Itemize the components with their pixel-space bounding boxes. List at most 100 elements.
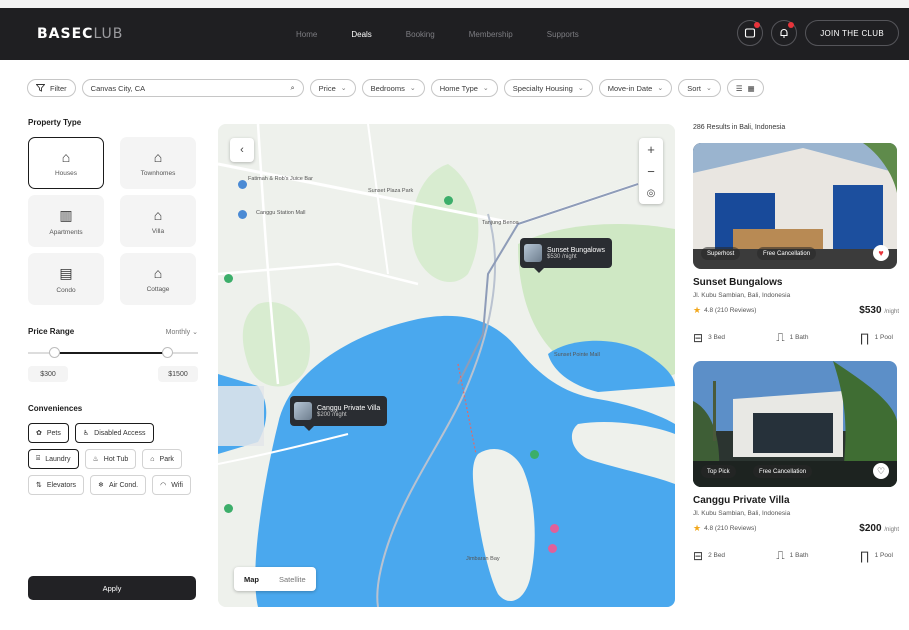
map-poi-pin[interactable] bbox=[548, 544, 557, 553]
marker-price: $200 /night bbox=[317, 411, 347, 418]
apply-filters-button[interactable]: Apply bbox=[28, 576, 196, 600]
amenity-park[interactable]: ⌂ Park bbox=[142, 449, 182, 469]
logo-light: LUB bbox=[93, 26, 124, 42]
marker-thumbnail bbox=[524, 244, 542, 262]
map-poi-label: Tanjung Benoa bbox=[482, 220, 519, 226]
map-listing-marker[interactable]: Canggu Private Villa $200 /night bbox=[290, 396, 388, 431]
property-type-condo[interactable]: ▤ Condo bbox=[28, 253, 104, 305]
map-poi-pin[interactable] bbox=[238, 210, 247, 219]
map-listing-marker[interactable]: Sunset Bungalows $530 /night bbox=[520, 238, 612, 273]
amenity-label: Pets bbox=[46, 429, 61, 437]
nav-membership[interactable]: Membership bbox=[469, 30, 513, 39]
condo-icon: ▤ bbox=[59, 264, 73, 281]
chevron-down-icon: ⌄ bbox=[482, 85, 489, 92]
property-type-houses[interactable]: ⌂ Houses bbox=[28, 137, 104, 189]
join-club-button[interactable]: JOIN THE CLUB bbox=[805, 20, 899, 46]
home-type-dropdown-label: Home Type bbox=[439, 83, 478, 93]
map-poi-pin[interactable] bbox=[550, 524, 559, 533]
filter-button[interactable]: Filter bbox=[27, 79, 76, 97]
map-poi-pin[interactable] bbox=[238, 180, 247, 189]
amenity-air-conditioning[interactable]: ❄ Air Cond. bbox=[90, 475, 147, 495]
price-mode-dropdown[interactable]: Monthly ⌄ bbox=[166, 328, 198, 336]
listing-location: Jl. Kubu Sambian, Bali, Indonesia bbox=[693, 510, 791, 517]
property-type-cottage[interactable]: ⌂ Cottage bbox=[120, 253, 196, 305]
amenity-hot-tub[interactable]: ♨ Hot Tub bbox=[84, 449, 137, 469]
home-type-dropdown[interactable]: Home Type ⌄ bbox=[430, 79, 498, 97]
listing-card[interactable]: Superhost Free Cancellation ♥ Sunset Bun… bbox=[693, 143, 899, 345]
listing-specs: ⊟ 2 Bed ⎍ 1 Bath ∏ 1 Pool bbox=[693, 548, 899, 563]
spec-text: 1 Pool bbox=[874, 334, 893, 341]
listing-photo[interactable]: Top Pick Free Cancellation ♡ bbox=[693, 361, 897, 487]
slider-max-handle[interactable] bbox=[162, 347, 174, 358]
slider-min-handle[interactable] bbox=[48, 347, 60, 358]
move-in-date-dropdown-label: Move-in Date bbox=[607, 83, 653, 93]
location-search-input[interactable]: Canvas City, CA ⌕ bbox=[81, 79, 304, 97]
map-mode-button[interactable]: Map bbox=[234, 567, 269, 591]
specialty-housing-dropdown[interactable]: Specialty Housing ⌄ bbox=[503, 79, 593, 97]
property-type-townhomes[interactable]: ⌂ Townhomes bbox=[120, 137, 196, 189]
favorite-button[interactable]: ♥ bbox=[873, 245, 889, 261]
listing-name[interactable]: Sunset Bungalows bbox=[693, 277, 899, 288]
property-type-label: Condo bbox=[56, 286, 76, 294]
map-view[interactable]: Fatimah & Rob's Juice Bar Canggu Station… bbox=[218, 124, 675, 607]
spec-beds: ⊟ 3 Bed bbox=[693, 330, 725, 345]
nav-supports[interactable]: Supports bbox=[547, 30, 579, 39]
amenity-wifi[interactable]: ◠ Wifi bbox=[152, 475, 191, 495]
max-price-input[interactable]: $1500 bbox=[158, 366, 198, 382]
nav-deals[interactable]: Deals bbox=[351, 30, 371, 39]
amenity-pets[interactable]: ✿ Pets bbox=[28, 423, 69, 443]
price-unit: /night bbox=[884, 309, 899, 315]
pool-icon: ∏ bbox=[859, 548, 870, 563]
amenity-laundry[interactable]: ⌸ Laundry bbox=[28, 449, 79, 469]
notifications-button[interactable] bbox=[771, 20, 798, 46]
listing-card[interactable]: Top Pick Free Cancellation ♡ Canggu Priv… bbox=[693, 361, 899, 563]
map-poi-pin[interactable] bbox=[530, 450, 539, 459]
chevron-down-icon: ⌄ bbox=[657, 85, 664, 92]
nav-booking[interactable]: Booking bbox=[406, 30, 435, 39]
brand-logo[interactable]: BASECLUB bbox=[37, 26, 287, 42]
messages-badge-dot bbox=[754, 22, 761, 28]
price-dropdown[interactable]: Price ⌄ bbox=[309, 79, 356, 97]
price-range-slider[interactable] bbox=[28, 346, 198, 360]
listing-photo[interactable]: Superhost Free Cancellation ♥ bbox=[693, 143, 897, 269]
property-type-title: Property Type bbox=[28, 118, 82, 127]
messages-button[interactable] bbox=[737, 20, 764, 46]
recenter-button[interactable]: ◎ bbox=[639, 182, 663, 204]
chevron-down-icon: ⌄ bbox=[192, 328, 198, 336]
superhost-tag: Superhost bbox=[701, 247, 741, 260]
list-view-icon: ☰ bbox=[735, 83, 743, 93]
bedrooms-dropdown-label: Bedrooms bbox=[370, 83, 405, 93]
marker-thumbnail bbox=[294, 402, 312, 420]
min-price-input[interactable]: $300 bbox=[28, 366, 68, 382]
spec-text: 3 Bed bbox=[708, 334, 726, 341]
listing-name[interactable]: Canggu Private Villa bbox=[693, 495, 899, 506]
map-poi-pin[interactable] bbox=[224, 274, 233, 283]
spec-text: 1 Bath bbox=[789, 552, 809, 559]
amenity-disabled-access[interactable]: ♿ Disabled Access bbox=[74, 423, 154, 443]
property-type-apartments[interactable]: ▥ Apartments bbox=[28, 195, 104, 247]
listing-rating-price: ★ 4.8 (210 Reviews) $530 /night bbox=[693, 305, 899, 316]
view-toggle-button[interactable]: ☰ ▦ bbox=[726, 79, 764, 97]
map-poi-pin[interactable] bbox=[444, 196, 453, 205]
satellite-mode-button[interactable]: Satellite bbox=[269, 567, 316, 591]
wifi-icon: ◠ bbox=[160, 482, 167, 489]
map-back-button[interactable]: ‹ bbox=[230, 138, 254, 162]
property-type-label: Houses bbox=[54, 170, 78, 177]
property-type-villa[interactable]: ⌂ Villa bbox=[120, 195, 196, 247]
pool-icon: ∏ bbox=[859, 330, 870, 345]
map-poi-pin[interactable] bbox=[224, 504, 233, 513]
specialty-housing-dropdown-label: Specialty Housing bbox=[512, 83, 573, 93]
bedrooms-dropdown[interactable]: Bedrooms ⌄ bbox=[361, 79, 425, 97]
favorite-button[interactable]: ♡ bbox=[873, 463, 889, 479]
sort-dropdown[interactable]: Sort ⌄ bbox=[678, 79, 721, 97]
filter-label: Filter bbox=[50, 83, 67, 93]
move-in-date-dropdown[interactable]: Move-in Date ⌄ bbox=[598, 79, 673, 97]
chevron-down-icon: ⌄ bbox=[705, 85, 712, 92]
amenity-label: Park bbox=[159, 455, 174, 463]
amenity-elevators[interactable]: ⇅ Elevators bbox=[28, 475, 85, 495]
spec-beds: ⊟ 2 Bed bbox=[693, 548, 725, 563]
nav-home[interactable]: Home bbox=[296, 30, 317, 39]
zoom-in-button[interactable]: + bbox=[639, 138, 663, 160]
chevron-down-icon: ⌄ bbox=[409, 85, 416, 92]
zoom-out-button[interactable]: − bbox=[639, 160, 663, 182]
